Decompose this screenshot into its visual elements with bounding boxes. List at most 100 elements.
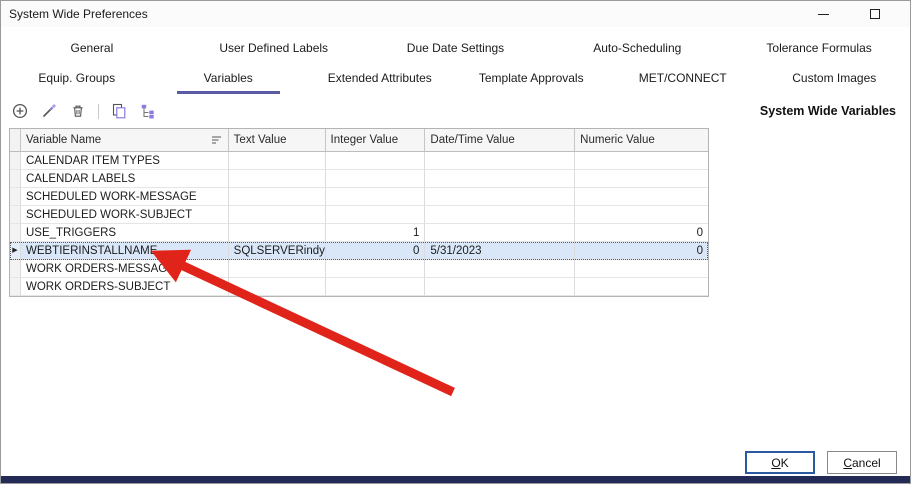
datetime-value-cell[interactable] xyxy=(425,170,575,188)
variables-table: Variable NameText ValueInteger ValueDate… xyxy=(9,128,709,297)
datetime-value-cell[interactable]: 5/31/2023 xyxy=(425,242,575,260)
numeric-value-cell[interactable] xyxy=(575,170,708,188)
tab-equip-groups[interactable]: Equip. Groups xyxy=(1,63,153,95)
tab-general[interactable]: General xyxy=(1,33,183,63)
column-header-variable-name[interactable]: Variable Name xyxy=(21,129,229,152)
tab-met-connect[interactable]: MET/CONNECT xyxy=(607,63,759,95)
hierarchy-button[interactable] xyxy=(139,102,157,120)
table-row[interactable]: SCHEDULED WORK-SUBJECT xyxy=(10,206,708,224)
toolbar: System Wide Variables xyxy=(11,98,896,124)
window-title: System Wide Preferences xyxy=(9,7,148,21)
numeric-value-cell[interactable] xyxy=(575,260,708,278)
tab-due-date-settings[interactable]: Due Date Settings xyxy=(365,33,547,63)
toolbar-separator xyxy=(98,104,99,119)
row-selector[interactable] xyxy=(10,224,21,242)
table-body: CALENDAR ITEM TYPESCALENDAR LABELSSCHEDU… xyxy=(10,152,708,296)
ok-button[interactable]: OK xyxy=(745,451,815,474)
integer-value-cell[interactable] xyxy=(326,278,426,296)
sort-icon xyxy=(211,135,223,145)
tab-custom-images[interactable]: Custom Images xyxy=(759,63,911,95)
table-row[interactable]: CALENDAR ITEM TYPES xyxy=(10,152,708,170)
integer-value-cell[interactable] xyxy=(326,260,426,278)
trash-icon xyxy=(70,103,86,119)
section-title: System Wide Variables xyxy=(760,104,896,118)
numeric-value-cell[interactable]: 0 xyxy=(575,242,708,260)
text-value-cell[interactable] xyxy=(229,278,326,296)
integer-value-cell[interactable] xyxy=(326,152,426,170)
table-row[interactable]: CALENDAR LABELS xyxy=(10,170,708,188)
column-header-date-time-value[interactable]: Date/Time Value xyxy=(425,129,575,152)
tab-row-secondary: Equip. GroupsVariablesExtended Attribute… xyxy=(1,63,910,95)
datetime-value-cell[interactable] xyxy=(425,152,575,170)
text-value-cell[interactable] xyxy=(229,152,326,170)
row-selector[interactable] xyxy=(10,170,21,188)
row-selector[interactable] xyxy=(10,260,21,278)
integer-value-cell[interactable] xyxy=(326,170,426,188)
paste-button[interactable] xyxy=(110,102,128,120)
variable-name-cell[interactable]: WORK ORDERS-SUBJECT xyxy=(21,278,229,296)
variable-name-cell[interactable]: WEBTIERINSTALLNAME xyxy=(21,242,229,260)
window-controls xyxy=(814,5,902,23)
table-row[interactable]: WORK ORDERS-SUBJECT xyxy=(10,278,708,296)
dialog-footer: OK Cancel xyxy=(745,451,897,474)
row-selector-header xyxy=(10,129,21,152)
text-value-cell[interactable] xyxy=(229,170,326,188)
datetime-value-cell[interactable] xyxy=(425,260,575,278)
tab-variables[interactable]: Variables xyxy=(153,63,305,95)
datetime-value-cell[interactable] xyxy=(425,278,575,296)
table-row[interactable]: ▶WEBTIERINSTALLNAMESQLSERVERindysof05/31… xyxy=(10,242,708,260)
integer-value-cell[interactable]: 1 xyxy=(326,224,426,242)
integer-value-cell[interactable] xyxy=(326,206,426,224)
column-header-text-value[interactable]: Text Value xyxy=(229,129,326,152)
text-value-cell[interactable] xyxy=(229,224,326,242)
row-selector[interactable]: ▶ xyxy=(10,242,21,260)
text-value-cell[interactable]: SQLSERVERindysof xyxy=(229,242,326,260)
text-value-cell[interactable] xyxy=(229,260,326,278)
numeric-value-cell[interactable] xyxy=(575,188,708,206)
row-selector[interactable] xyxy=(10,188,21,206)
variable-name-cell[interactable]: SCHEDULED WORK-SUBJECT xyxy=(21,206,229,224)
numeric-value-cell[interactable] xyxy=(575,206,708,224)
numeric-value-cell[interactable] xyxy=(575,152,708,170)
variable-name-cell[interactable]: CALENDAR ITEM TYPES xyxy=(21,152,229,170)
paste-icon xyxy=(111,103,127,119)
add-button[interactable] xyxy=(11,102,29,120)
table-row[interactable]: USE_TRIGGERS 1 0 xyxy=(10,224,708,242)
bottom-bar xyxy=(1,476,910,483)
variable-name-cell[interactable]: WORK ORDERS-MESSAGE xyxy=(21,260,229,278)
edit-button[interactable] xyxy=(40,102,58,120)
cancel-button[interactable]: Cancel xyxy=(827,451,897,474)
table-header: Variable NameText ValueInteger ValueDate… xyxy=(10,129,708,152)
tab-user-defined-labels[interactable]: User Defined Labels xyxy=(183,33,365,63)
delete-button[interactable] xyxy=(69,102,87,120)
current-row-marker: ▶ xyxy=(12,247,17,254)
variable-name-cell[interactable]: USE_TRIGGERS xyxy=(21,224,229,242)
integer-value-cell[interactable] xyxy=(326,188,426,206)
tab-extended-attributes[interactable]: Extended Attributes xyxy=(304,63,456,95)
numeric-value-cell[interactable]: 0 xyxy=(575,224,708,242)
datetime-value-cell[interactable] xyxy=(425,224,575,242)
maximize-button[interactable] xyxy=(866,5,884,23)
datetime-value-cell[interactable] xyxy=(425,206,575,224)
titlebar: System Wide Preferences xyxy=(1,1,910,27)
column-header-integer-value[interactable]: Integer Value xyxy=(326,129,426,152)
variable-name-cell[interactable]: CALENDAR LABELS xyxy=(21,170,229,188)
tab-template-approvals[interactable]: Template Approvals xyxy=(456,63,608,95)
row-selector[interactable] xyxy=(10,152,21,170)
text-value-cell[interactable] xyxy=(229,188,326,206)
column-header-numeric-value[interactable]: Numeric Value xyxy=(575,129,708,152)
table-row[interactable]: WORK ORDERS-MESSAGE xyxy=(10,260,708,278)
table-row[interactable]: SCHEDULED WORK-MESSAGE xyxy=(10,188,708,206)
row-selector[interactable] xyxy=(10,278,21,296)
tab-tolerance-formulas[interactable]: Tolerance Formulas xyxy=(728,33,910,63)
tab-auto-scheduling[interactable]: Auto-Scheduling xyxy=(546,33,728,63)
row-selector[interactable] xyxy=(10,206,21,224)
edit-wand-icon xyxy=(41,103,57,119)
datetime-value-cell[interactable] xyxy=(425,188,575,206)
variable-name-cell[interactable]: SCHEDULED WORK-MESSAGE xyxy=(21,188,229,206)
integer-value-cell[interactable]: 0 xyxy=(326,242,426,260)
text-value-cell[interactable] xyxy=(229,206,326,224)
tab-row-primary: GeneralUser Defined LabelsDue Date Setti… xyxy=(1,33,910,63)
numeric-value-cell[interactable] xyxy=(575,278,708,296)
minimize-button[interactable] xyxy=(814,5,832,23)
